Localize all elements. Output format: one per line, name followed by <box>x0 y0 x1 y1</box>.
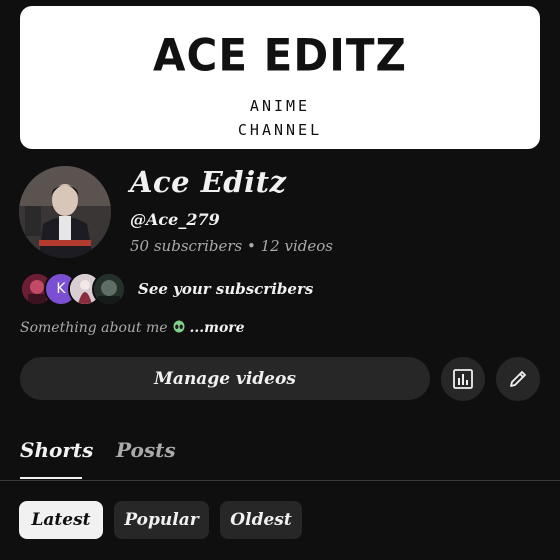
filter-chip-latest[interactable]: Latest <box>19 501 103 539</box>
banner-title: ACE EDITZ <box>153 29 407 82</box>
tab-posts[interactable]: Posts <box>116 438 176 462</box>
banner-subtitle-line-1: ANIME <box>249 97 311 115</box>
avatar-image <box>19 166 111 258</box>
subscribers-preview[interactable]: K See your subscribers <box>20 272 313 306</box>
alien-icon <box>172 320 186 334</box>
channel-avatar[interactable] <box>19 166 111 258</box>
subscriber-avatar-image <box>94 274 124 304</box>
channel-name: Ace Editz <box>130 165 287 199</box>
pencil-icon <box>510 371 526 387</box>
edit-channel-button[interactable] <box>496 357 540 401</box>
analytics-button[interactable] <box>441 357 485 401</box>
tab-shorts[interactable]: Shorts <box>20 438 93 462</box>
tabs-divider <box>0 480 560 481</box>
manage-videos-button[interactable]: Manage videos <box>20 357 430 400</box>
banner-subtitle: ANIME CHANNEL <box>238 94 322 142</box>
channel-description[interactable]: Something about me ...more <box>20 320 245 336</box>
see-subscribers-link[interactable]: See your subscribers <box>138 280 313 298</box>
active-tab-indicator <box>20 477 82 479</box>
channel-handle: @Ace_279 <box>130 210 220 229</box>
channel-banner: ACE EDITZ ANIME CHANNEL <box>20 6 540 149</box>
channel-stats: 50 subscribers • 12 videos <box>130 237 333 255</box>
more-link[interactable]: ...more <box>190 320 245 336</box>
filter-chip-oldest[interactable]: Oldest <box>220 501 302 539</box>
banner-subtitle-line-2: CHANNEL <box>237 121 323 139</box>
filter-chip-popular[interactable]: Popular <box>114 501 209 539</box>
analytics-icon <box>453 369 473 389</box>
description-text: Something about me <box>20 320 168 336</box>
subscriber-avatar <box>92 272 126 306</box>
